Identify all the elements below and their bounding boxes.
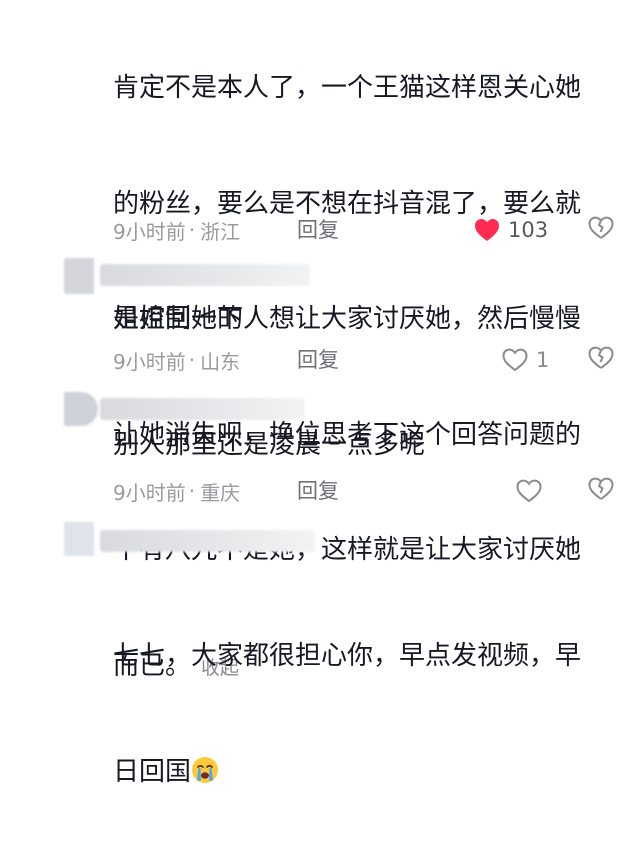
comment-time: 9小时前 (113, 219, 186, 244)
comment-item: 姐姐回一下 9小时前 · 山东 回复 1 (0, 250, 640, 380)
meta-separator: · (188, 479, 196, 503)
comment-text: 姐姐回一下 (113, 304, 244, 334)
avatar[interactable] (64, 522, 94, 556)
comment-item: 七七，大家都很担心你，早点发视频，早 日回国 (0, 510, 640, 787)
comment-item: 别人那里还是凌晨一点多呢 9小时前 · 重庆 回复 (0, 380, 640, 510)
avatar[interactable] (64, 392, 98, 426)
dislike-button[interactable] (588, 475, 614, 507)
comment-meta: 9小时前 · 山东 (113, 344, 240, 376)
like-count: 1 (536, 348, 550, 372)
broken-heart-icon (588, 216, 614, 244)
heart-outline-icon (516, 479, 542, 503)
username-blurred[interactable] (100, 530, 315, 552)
like-count: 103 (508, 218, 549, 242)
heart-filled-icon (474, 218, 500, 242)
crying-face-icon (191, 756, 219, 784)
broken-heart-icon (588, 477, 614, 505)
like-button[interactable]: 1 (502, 344, 549, 376)
dislike-button[interactable] (588, 214, 614, 246)
like-button[interactable]: 103 (474, 214, 548, 246)
reply-button[interactable]: 回复 (297, 344, 339, 376)
comment-text-line: 日回国 (113, 753, 613, 792)
comment-meta: 9小时前 · 重庆 (113, 475, 240, 507)
comment-text: 别人那里还是凌晨一点多呢 (113, 430, 426, 460)
heart-outline-icon (502, 348, 528, 372)
reply-button[interactable]: 回复 (297, 214, 339, 246)
reply-button[interactable]: 回复 (297, 475, 339, 507)
comment-location: 重庆 (200, 480, 241, 505)
broken-heart-icon (588, 346, 614, 374)
comment-location: 浙江 (200, 219, 241, 244)
comment-time: 9小时前 (113, 349, 186, 374)
username-blurred[interactable] (100, 264, 310, 286)
meta-separator: · (188, 348, 196, 372)
comment-meta: 9小时前 · 浙江 (113, 214, 240, 246)
comment-text: 七七，大家都很担心你，早点发视频，早 日回国 (113, 560, 613, 868)
avatar[interactable] (64, 258, 94, 294)
comment-location: 山东 (200, 349, 241, 374)
comment-text-line: 七七，大家都很担心你，早点发视频，早 (113, 641, 582, 671)
comment-text-tail: 日回国 (113, 756, 192, 787)
meta-separator: · (188, 218, 196, 242)
comment-text-line: 肯定不是本人了，一个王猫这样恩关心她 (113, 73, 582, 103)
comment-time: 9小时前 (113, 480, 186, 505)
username-blurred[interactable] (100, 398, 305, 420)
dislike-button[interactable] (588, 344, 614, 376)
comment-item: 肯定不是本人了，一个王猫这样恩关心她 的粉丝，要么是不想在抖音混了，要么就 是控… (0, 0, 640, 681)
like-button[interactable] (516, 475, 542, 507)
